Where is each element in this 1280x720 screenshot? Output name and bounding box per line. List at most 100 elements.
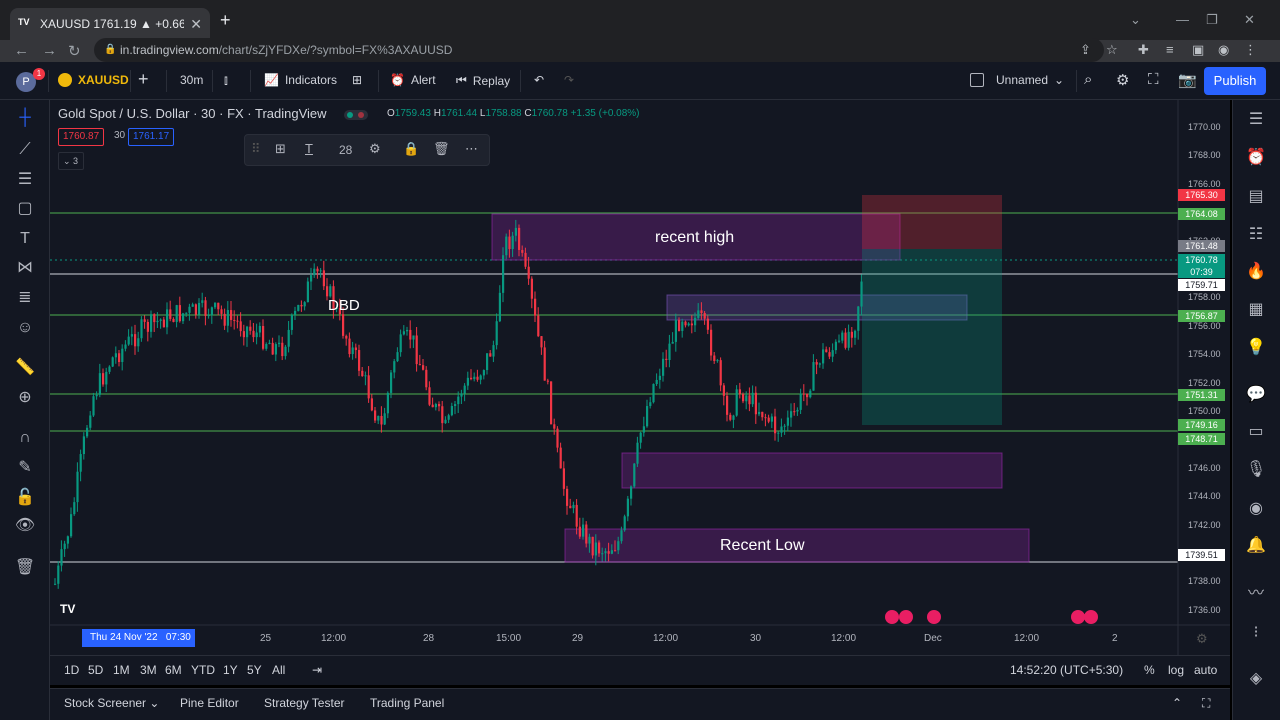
- broadcast-icon[interactable]: ◉: [1243, 496, 1269, 522]
- compare-symbol-icon[interactable]: +: [138, 69, 149, 90]
- range-ytd[interactable]: YTD: [191, 663, 215, 677]
- maximize-button[interactable]: ❐: [1206, 12, 1218, 28]
- news-icon[interactable]: ▤: [1243, 184, 1269, 210]
- trash-icon[interactable]: 🗑: [13, 556, 37, 580]
- range-all[interactable]: All: [272, 663, 285, 677]
- camera-icon[interactable]: 📷: [1178, 71, 1197, 89]
- market-status-toggle[interactable]: [344, 110, 368, 120]
- rectangle-icon[interactable]: ▢: [13, 197, 37, 221]
- message-icon[interactable]: ▭: [1243, 419, 1269, 445]
- dots-icon[interactable]: ⁝: [1243, 620, 1269, 646]
- templates-icon[interactable]: ⊞: [275, 141, 286, 157]
- tab-pine-editor[interactable]: Pine Editor: [180, 696, 239, 710]
- recent-low-label[interactable]: Recent Low: [720, 537, 805, 555]
- buy-price-button[interactable]: 1761.17: [128, 128, 175, 146]
- search-icon[interactable]: ⌕: [1084, 71, 1092, 88]
- pattern-icon[interactable]: ⋈: [13, 256, 37, 280]
- layouts-grid-icon[interactable]: ⊞: [352, 73, 362, 87]
- side-panel-icon[interactable]: ▣: [1192, 42, 1204, 58]
- calendar-icon[interactable]: ☷: [1243, 222, 1269, 248]
- chart-canvas[interactable]: [50, 100, 1230, 655]
- log-scale-toggle[interactable]: log: [1168, 663, 1184, 677]
- profile-icon[interactable]: ◉: [1218, 42, 1229, 58]
- tab-stock-screener[interactable]: Stock Screener ⌄: [64, 696, 159, 710]
- watchlist-icon[interactable]: ☰: [1243, 107, 1269, 133]
- alarm-icon[interactable]: ⏰: [1243, 145, 1269, 171]
- undo-icon[interactable]: ↶: [534, 73, 544, 87]
- range-3m[interactable]: 3M: [140, 663, 157, 677]
- axis-settings-icon[interactable]: ⚙: [1196, 631, 1208, 647]
- delete-drawing-icon[interactable]: 🗑: [433, 141, 450, 157]
- alert-button[interactable]: ⏰ Alert: [390, 73, 436, 87]
- podcast-icon[interactable]: 🎙: [1243, 457, 1269, 483]
- emoji-icon[interactable]: ☺: [13, 316, 37, 340]
- back-icon[interactable]: ←: [14, 42, 29, 59]
- chart-type-candles-icon[interactable]: ⫾: [224, 73, 228, 88]
- forecast-icon[interactable]: ≣: [13, 286, 37, 310]
- range-1y[interactable]: 1Y: [223, 663, 238, 677]
- settings-gear-icon[interactable]: ⚙: [1116, 71, 1129, 89]
- more-options-icon[interactable]: ⋯: [465, 141, 478, 157]
- new-tab-button[interactable]: +: [220, 10, 231, 31]
- collapse-panel-icon[interactable]: ⌃: [1172, 696, 1182, 710]
- lock-drawing-button-icon[interactable]: 🔒: [403, 141, 419, 157]
- tab-search-icon[interactable]: ⌄: [1130, 12, 1141, 28]
- drag-handle-icon[interactable]: ⠿: [251, 141, 261, 157]
- replay-button[interactable]: ⏮ Replay: [456, 73, 510, 88]
- auto-scale-toggle[interactable]: auto: [1194, 663, 1217, 677]
- trend-line-icon[interactable]: ⟋: [13, 138, 37, 162]
- range-1m[interactable]: 1M: [113, 663, 130, 677]
- eye-icon[interactable]: 👁: [13, 514, 37, 538]
- font-size-select[interactable]: 28: [339, 143, 352, 157]
- grid-icon[interactable]: ▦: [1243, 297, 1269, 323]
- chart-pane[interactable]: Gold Spot / U.S. Dollar · 30 · FX · Trad…: [50, 100, 1230, 655]
- symbol-search-button[interactable]: XAUUSD: [58, 73, 129, 87]
- idea-icon[interactable]: 💡: [1243, 335, 1269, 361]
- maximize-panel-icon[interactable]: ⛶: [1202, 696, 1210, 711]
- browser-tab[interactable]: TV XAUUSD 1761.19 ▲ +0.66% Unna ✕: [10, 8, 210, 40]
- extensions-icon[interactable]: ✚: [1138, 42, 1149, 58]
- lock-icon[interactable]: 🔓: [13, 486, 37, 510]
- tab-trading-panel[interactable]: Trading Panel: [370, 696, 444, 710]
- redo-icon[interactable]: ↷: [564, 73, 574, 87]
- reading-list-icon[interactable]: ≡: [1166, 42, 1174, 57]
- publish-button[interactable]: Publish: [1204, 67, 1266, 95]
- bell-icon[interactable]: 🔔: [1243, 533, 1269, 559]
- close-window-button[interactable]: ✕: [1244, 12, 1255, 28]
- range-1d[interactable]: 1D: [64, 663, 79, 677]
- dbd-label[interactable]: DBD: [328, 297, 360, 314]
- ruler-icon[interactable]: 📏: [13, 356, 37, 380]
- browser-menu-icon[interactable]: ⋮: [1244, 42, 1257, 58]
- percent-scale-toggle[interactable]: %: [1144, 663, 1155, 677]
- magnet-icon[interactable]: ∩: [13, 426, 37, 450]
- text-icon[interactable]: T: [13, 227, 37, 251]
- minimize-button[interactable]: —: [1176, 12, 1189, 27]
- crosshair-icon[interactable]: ┼: [13, 106, 37, 130]
- hotlist-icon[interactable]: 🔥: [1243, 259, 1269, 285]
- zoom-icon[interactable]: ⊕: [13, 386, 37, 410]
- goto-date-icon[interactable]: ⇥: [312, 663, 322, 677]
- range-5y[interactable]: 5Y: [247, 663, 262, 677]
- trend-icon[interactable]: 〰: [1243, 581, 1269, 607]
- sell-price-button[interactable]: 1760.87: [58, 128, 105, 146]
- bookmark-star-icon[interactable]: ☆: [1106, 42, 1118, 58]
- text-color-icon[interactable]: T: [305, 141, 313, 156]
- chat-icon[interactable]: 💬: [1243, 382, 1269, 408]
- fib-icon[interactable]: ☰: [13, 168, 37, 192]
- url-input[interactable]: 🔒 in.tradingview.com/chart/sZjYFDXe/?sym…: [94, 38, 1104, 62]
- indicators-collapse-button[interactable]: ⌄ 3: [58, 152, 84, 170]
- range-6m[interactable]: 6M: [165, 663, 182, 677]
- tab-close-icon[interactable]: ✕: [190, 16, 202, 33]
- layers-icon[interactable]: ◈: [1243, 666, 1269, 692]
- indicators-button[interactable]: 📈 Indicators: [264, 73, 337, 87]
- drawing-settings-icon[interactable]: ⚙: [369, 141, 381, 157]
- fullscreen-icon[interactable]: ⛶: [1148, 71, 1159, 88]
- recent-high-label[interactable]: recent high: [655, 229, 734, 247]
- layout-name-button[interactable]: Unnamed ⌄: [970, 73, 1064, 87]
- share-icon[interactable]: ⇪: [1080, 42, 1091, 58]
- clock-label[interactable]: 14:52:20 (UTC+5:30): [1010, 663, 1123, 677]
- tab-strategy-tester[interactable]: Strategy Tester: [264, 696, 344, 710]
- range-5d[interactable]: 5D: [88, 663, 103, 677]
- reload-icon[interactable]: ↻: [68, 42, 81, 60]
- interval-button[interactable]: 30m: [180, 73, 203, 87]
